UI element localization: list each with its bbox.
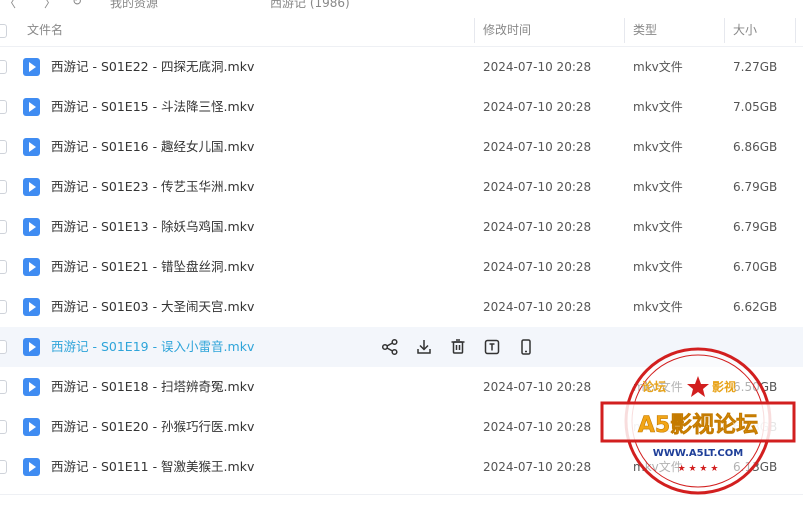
row-checkbox[interactable] xyxy=(0,260,7,274)
file-type: mkv文件 xyxy=(633,300,683,314)
file-size: 6.50GB xyxy=(733,380,778,394)
file-name[interactable]: 西游记 - S01E20 - 孙猴巧行医.mkv xyxy=(51,407,254,447)
file-type: mkv文件 xyxy=(633,140,683,154)
column-header-size[interactable]: 大小 xyxy=(733,14,757,47)
back-icon[interactable]: 〈 xyxy=(4,0,16,11)
file-size: 6.48GB xyxy=(733,420,778,434)
column-divider[interactable] xyxy=(624,18,625,43)
rename-icon[interactable] xyxy=(482,337,502,357)
file-type: mkv文件 xyxy=(633,420,683,434)
file-list-header: 文件名 修改时间 类型 大小 xyxy=(0,14,803,47)
file-name[interactable]: 西游记 - S01E11 - 智激美猴王.mkv xyxy=(51,447,254,487)
file-name[interactable]: 西游记 - S01E22 - 四探无底洞.mkv xyxy=(51,47,254,87)
file-type: mkv文件 xyxy=(633,260,683,274)
column-divider[interactable] xyxy=(474,18,475,43)
video-file-icon xyxy=(23,378,40,396)
file-modified-time: 2024-07-10 20:28 xyxy=(483,140,592,154)
file-name[interactable]: 西游记 - S01E21 - 错坠盘丝洞.mkv xyxy=(51,247,254,287)
file-name[interactable]: 西游记 - S01E13 - 除妖乌鸡国.mkv xyxy=(51,207,254,247)
video-file-icon xyxy=(23,458,40,476)
file-size: 6.79GB xyxy=(733,220,778,234)
column-divider[interactable] xyxy=(724,18,725,43)
file-size: 6.79GB xyxy=(733,180,778,194)
video-file-icon xyxy=(23,298,40,316)
file-row[interactable]: 西游记 - S01E11 - 智激美猴王.mkv 2024-07-10 20:2… xyxy=(0,447,803,487)
row-checkbox[interactable] xyxy=(0,60,7,74)
share-icon[interactable] xyxy=(380,337,400,357)
video-file-icon xyxy=(23,338,40,356)
file-row[interactable]: 西游记 - S01E18 - 扫塔辨奇冤.mkv 2024-07-10 20:2… xyxy=(0,367,803,407)
file-row[interactable]: 西游记 - S01E03 - 大圣闹天宫.mkv 2024-07-10 20:2… xyxy=(0,287,803,327)
file-size: 7.27GB xyxy=(733,60,778,74)
file-name[interactable]: 西游记 - S01E16 - 趣经女儿国.mkv xyxy=(51,127,254,167)
file-row[interactable]: 西游记 - S01E20 - 孙猴巧行医.mkv 2024-07-10 20:2… xyxy=(0,407,803,447)
video-file-icon xyxy=(23,418,40,436)
file-name[interactable]: 西游记 - S01E23 - 传艺玉华洲.mkv xyxy=(51,167,254,207)
video-file-icon xyxy=(23,218,40,236)
list-bottom-divider xyxy=(0,494,803,495)
row-checkbox[interactable] xyxy=(0,180,7,194)
row-checkbox[interactable] xyxy=(0,140,7,154)
file-size: 6.13GB xyxy=(733,460,778,474)
file-name[interactable]: 西游记 - S01E03 - 大圣闹天宫.mkv xyxy=(51,287,254,327)
file-modified-time: 2024-07-10 20:28 xyxy=(483,420,592,434)
column-header-modified[interactable]: 修改时间 xyxy=(483,14,531,47)
file-modified-time: 2024-07-10 20:28 xyxy=(483,180,592,194)
file-row[interactable]: 西游记 - S01E22 - 四探无底洞.mkv 2024-07-10 20:2… xyxy=(0,47,803,87)
row-checkbox[interactable] xyxy=(0,220,7,234)
file-row[interactable]: 西游记 - S01E13 - 除妖乌鸡国.mkv 2024-07-10 20:2… xyxy=(0,207,803,247)
video-file-icon xyxy=(23,98,40,116)
file-type: mkv文件 xyxy=(633,460,683,474)
video-file-icon xyxy=(23,178,40,196)
file-type: mkv文件 xyxy=(633,60,683,74)
file-type: mkv文件 xyxy=(633,220,683,234)
column-header-type[interactable]: 类型 xyxy=(633,14,657,47)
file-modified-time: 2024-07-10 20:28 xyxy=(483,300,592,314)
file-modified-time: 2024-07-10 20:28 xyxy=(483,220,592,234)
file-type: mkv文件 xyxy=(633,100,683,114)
file-name[interactable]: 西游记 - S01E18 - 扫塔辨奇冤.mkv xyxy=(51,367,254,407)
file-list: 西游记 - S01E22 - 四探无底洞.mkv 2024-07-10 20:2… xyxy=(0,47,803,487)
file-size: 7.05GB xyxy=(733,100,778,114)
video-file-icon xyxy=(23,258,40,276)
refresh-icon[interactable]: ↻ xyxy=(72,0,82,8)
file-name[interactable]: 西游记 - S01E15 - 斗法降三怪.mkv xyxy=(51,87,254,127)
mobile-icon[interactable] xyxy=(516,337,536,357)
file-modified-time: 2024-07-10 20:28 xyxy=(483,60,592,74)
file-size: 6.70GB xyxy=(733,260,778,274)
row-checkbox[interactable] xyxy=(0,380,7,394)
row-checkbox[interactable] xyxy=(0,100,7,114)
download-icon[interactable] xyxy=(414,337,434,357)
file-row[interactable]: 西游记 - S01E23 - 传艺玉华洲.mkv 2024-07-10 20:2… xyxy=(0,167,803,207)
file-name[interactable]: 西游记 - S01E19 - 误入小雷音.mkv xyxy=(51,327,254,367)
row-checkbox[interactable] xyxy=(0,460,7,474)
file-row[interactable]: 西游记 - S01E15 - 斗法降三怪.mkv 2024-07-10 20:2… xyxy=(0,87,803,127)
row-checkbox[interactable] xyxy=(0,340,7,354)
breadcrumb-root[interactable]: 我的资源 xyxy=(110,0,158,11)
file-type: mkv文件 xyxy=(633,380,683,394)
file-row[interactable]: 西游记 - S01E21 - 错坠盘丝洞.mkv 2024-07-10 20:2… xyxy=(0,247,803,287)
column-header-name[interactable]: 文件名 xyxy=(27,14,63,47)
video-file-icon xyxy=(23,58,40,76)
forward-icon[interactable]: 〉 xyxy=(44,0,56,11)
file-modified-time: 2024-07-10 20:28 xyxy=(483,380,592,394)
row-checkbox[interactable] xyxy=(0,300,7,314)
file-size: 6.62GB xyxy=(733,300,778,314)
file-type: mkv文件 xyxy=(633,180,683,194)
file-row[interactable]: 西游记 - S01E16 - 趣经女儿国.mkv 2024-07-10 20:2… xyxy=(0,127,803,167)
file-size: 6.86GB xyxy=(733,140,778,154)
file-modified-time: 2024-07-10 20:28 xyxy=(483,100,592,114)
file-row-hovered[interactable]: 西游记 - S01E19 - 误入小雷音.mkv xyxy=(0,327,803,367)
video-file-icon xyxy=(23,138,40,156)
file-modified-time: 2024-07-10 20:28 xyxy=(483,460,592,474)
delete-icon[interactable] xyxy=(448,337,468,357)
file-modified-time: 2024-07-10 20:28 xyxy=(483,260,592,274)
row-checkbox[interactable] xyxy=(0,420,7,434)
column-divider[interactable] xyxy=(795,18,796,43)
top-navigation-bar: 〈 〉 ↻ 我的资源 西游记 (1986) xyxy=(0,0,803,14)
select-all-checkbox[interactable] xyxy=(0,24,7,38)
breadcrumb-current: 西游记 (1986) xyxy=(270,0,350,10)
